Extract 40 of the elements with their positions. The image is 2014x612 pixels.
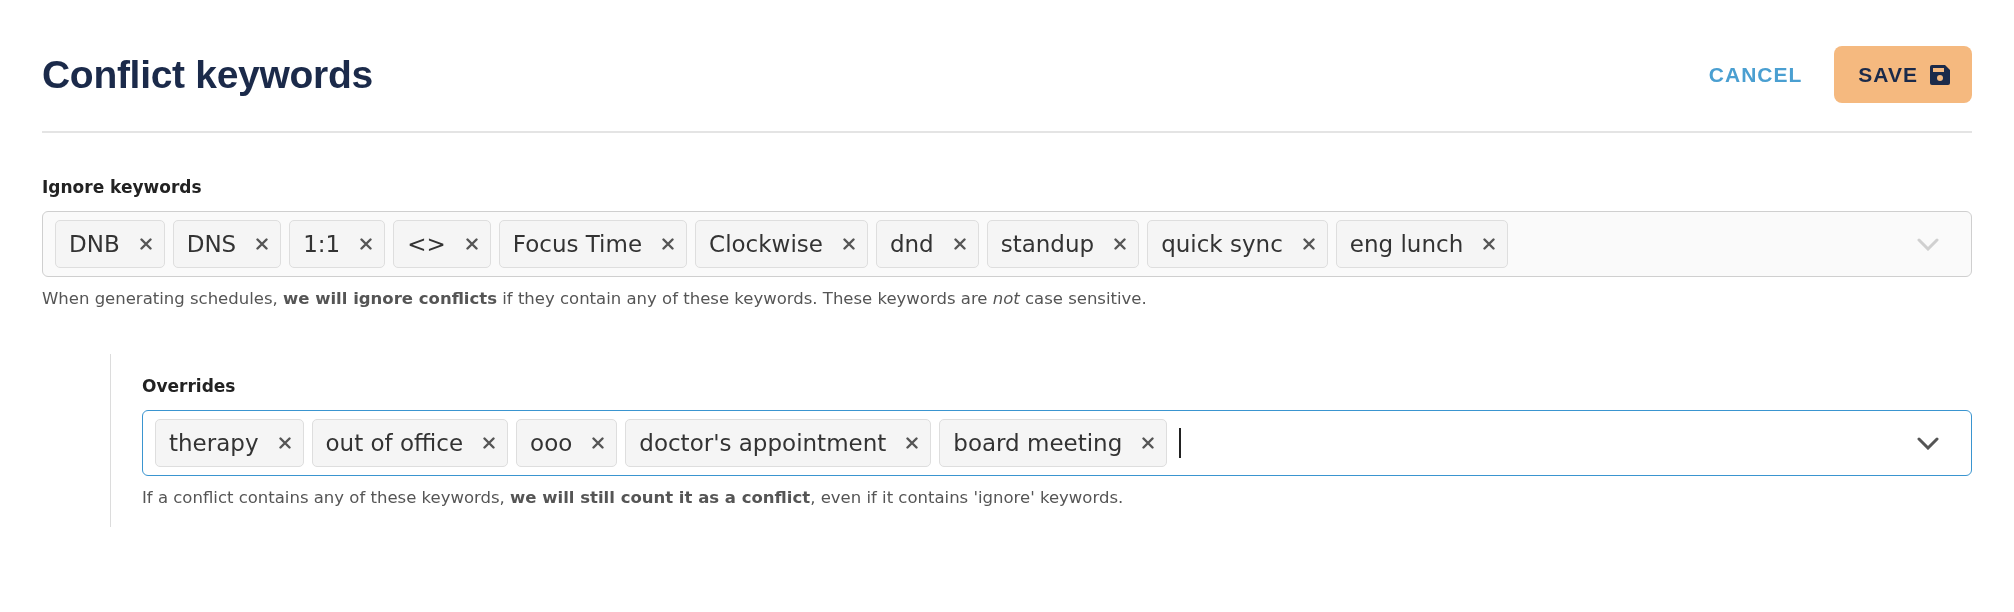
keyword-input-field[interactable]: DNB DNS 1:1 <> Focus Time Clockwise dnd standup quick sync eng lunch <box>42 211 1972 277</box>
remove-icon[interactable] <box>953 238 966 250</box>
page-title: Conflict keywords <box>42 52 373 97</box>
tag-label: Clockwise <box>709 231 823 257</box>
tag-label: DNB <box>69 231 120 257</box>
tag-label: Focus Time <box>512 231 643 257</box>
tag-label: 1:1 <box>303 231 341 257</box>
tag-label: ooo <box>530 430 573 456</box>
remove-icon[interactable] <box>483 437 496 449</box>
remove-icon[interactable] <box>465 238 478 250</box>
tag-label: dnd <box>889 231 934 257</box>
remove-icon[interactable] <box>1483 238 1496 250</box>
tag-label: board meeting <box>953 430 1123 456</box>
remove-icon[interactable] <box>906 437 919 449</box>
chevron-down-icon[interactable] <box>1917 436 1939 450</box>
help-text: If a conflict contains any of these keywords, we will still count it as a conflict, even if it contains 'ignore' keywords. <box>142 487 1125 509</box>
remove-icon[interactable] <box>139 238 152 250</box>
remove-icon[interactable] <box>1114 238 1127 250</box>
remove-icon[interactable] <box>360 238 373 250</box>
remove-icon[interactable] <box>278 437 291 449</box>
tag-label: out of office <box>325 430 464 456</box>
remove-icon[interactable] <box>662 238 675 250</box>
field-label: Ignore keywords <box>42 177 203 199</box>
help-text: When generating schedules, we will ignore conflicts if they contain any of these keywords. These keywords are not case sensitive. <box>42 288 1148 310</box>
text-cursor <box>1179 428 1182 458</box>
remove-icon[interactable] <box>1142 437 1155 449</box>
tag-label: therapy <box>169 430 259 456</box>
remove-icon[interactable] <box>842 238 855 250</box>
tag-label: quick sync <box>1161 231 1283 257</box>
remove-icon[interactable] <box>592 437 605 449</box>
remove-icon[interactable] <box>1302 238 1315 250</box>
tag-label: doctor's appointment <box>639 430 887 456</box>
save-button[interactable]: SAVE <box>1834 46 1972 103</box>
keyword-input-field[interactable]: therapy out of office ooo doctor's appointment board meeting <box>142 410 1972 476</box>
tag-label: eng lunch <box>1349 231 1464 257</box>
tag-label: standup <box>1000 231 1095 257</box>
remove-icon[interactable] <box>256 238 269 250</box>
tag-label: DNS <box>186 231 237 257</box>
field-label: Overrides <box>142 376 237 398</box>
tag-label: <> <box>407 231 446 257</box>
